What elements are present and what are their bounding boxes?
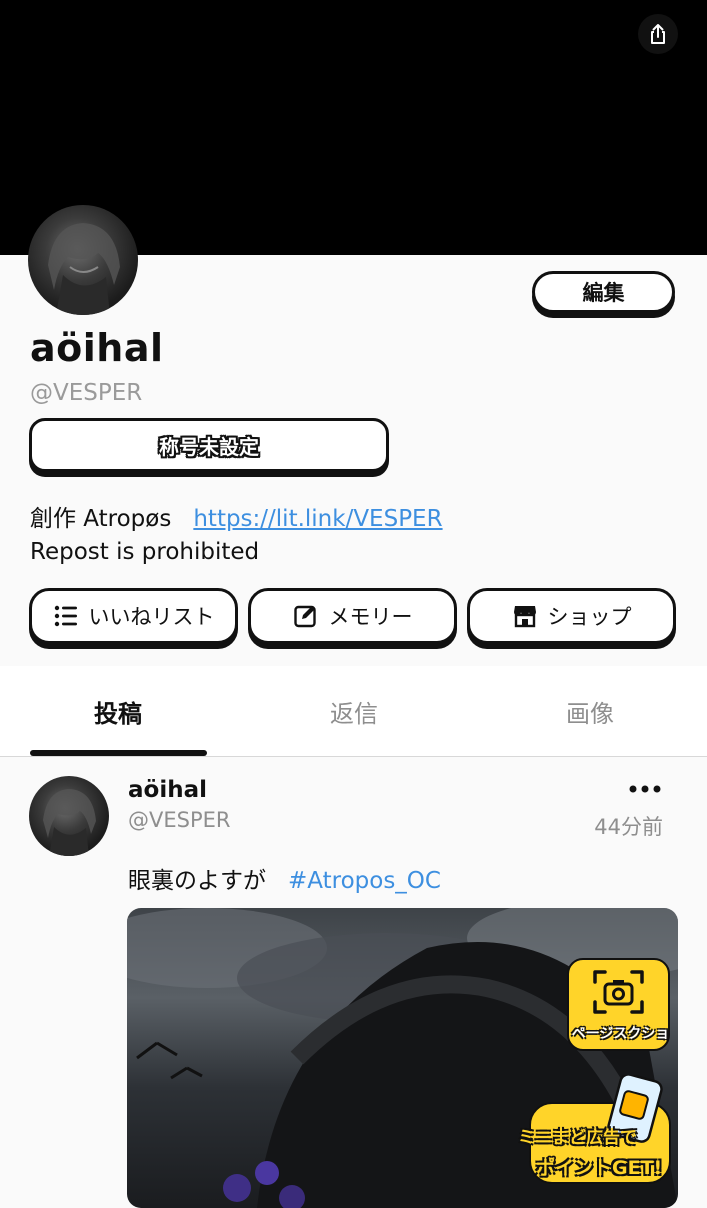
likes-list-label: いいねリスト bbox=[88, 605, 215, 629]
profile-tabs: 投稿 返信 画像 bbox=[0, 666, 707, 757]
bio-text-line2: Repost is prohibited bbox=[30, 539, 260, 565]
profile-avatar[interactable] bbox=[28, 205, 138, 315]
bio-text: 創作 Atropøs bbox=[30, 506, 172, 532]
title-badge-button[interactable]: 称号未設定 bbox=[29, 418, 389, 472]
memory-label: メモリー bbox=[328, 605, 413, 629]
user-handle: @VESPER bbox=[30, 380, 143, 406]
tab-posts[interactable]: 投稿 bbox=[0, 666, 236, 756]
post-author-name: aöihal bbox=[128, 777, 207, 803]
share-button[interactable] bbox=[638, 14, 678, 54]
page-screenshot-button[interactable]: ページスクショ bbox=[567, 958, 670, 1051]
bio-link[interactable]: https://lit.link/VESPER bbox=[193, 506, 442, 532]
ad-line1: ミニまど広告で bbox=[518, 1128, 637, 1148]
post-avatar-image bbox=[43, 789, 96, 856]
shop-icon bbox=[513, 606, 536, 628]
post-body: 眼裏のよすが bbox=[128, 868, 266, 894]
shop-button[interactable]: ショップ bbox=[467, 588, 676, 644]
active-tab-indicator bbox=[30, 750, 207, 756]
ad-line2: ポイントGET! bbox=[536, 1157, 663, 1179]
post-avatar[interactable] bbox=[29, 776, 109, 856]
memo-edit-icon bbox=[293, 605, 316, 628]
profile-action-row: いいねリスト メモリー ショップ bbox=[29, 588, 676, 644]
post-author-handle: @VESPER bbox=[128, 808, 231, 832]
tab-images[interactable]: 画像 bbox=[472, 666, 707, 756]
shop-label: ショップ bbox=[547, 605, 632, 629]
camera-icon bbox=[593, 970, 644, 1014]
tab-replies[interactable]: 返信 bbox=[236, 666, 472, 756]
more-options-icon[interactable] bbox=[627, 779, 663, 799]
title-badge-label: 称号未設定 bbox=[159, 434, 259, 459]
profile-bio: 創作 Atropøs https://lit.link/VESPER Repost… bbox=[30, 503, 443, 569]
page-screenshot-label: ページスクショ bbox=[571, 1026, 670, 1042]
post-text: 眼裏のよすが #Atropos_OC bbox=[128, 861, 441, 895]
likes-list-button[interactable]: いいねリスト bbox=[29, 588, 238, 644]
post-timestamp: 44分前 bbox=[594, 815, 663, 839]
list-icon bbox=[54, 605, 77, 627]
display-name: aöihal bbox=[30, 326, 164, 370]
mini-ad-banner[interactable]: ミニまど広告で ポイントGET! bbox=[518, 1075, 678, 1185]
edit-profile-button[interactable]: 編集 bbox=[532, 271, 675, 313]
post-hashtag[interactable]: #Atropos_OC bbox=[288, 868, 441, 894]
memory-button[interactable]: メモリー bbox=[248, 588, 457, 644]
share-icon bbox=[651, 24, 665, 44]
avatar-image bbox=[48, 223, 120, 315]
